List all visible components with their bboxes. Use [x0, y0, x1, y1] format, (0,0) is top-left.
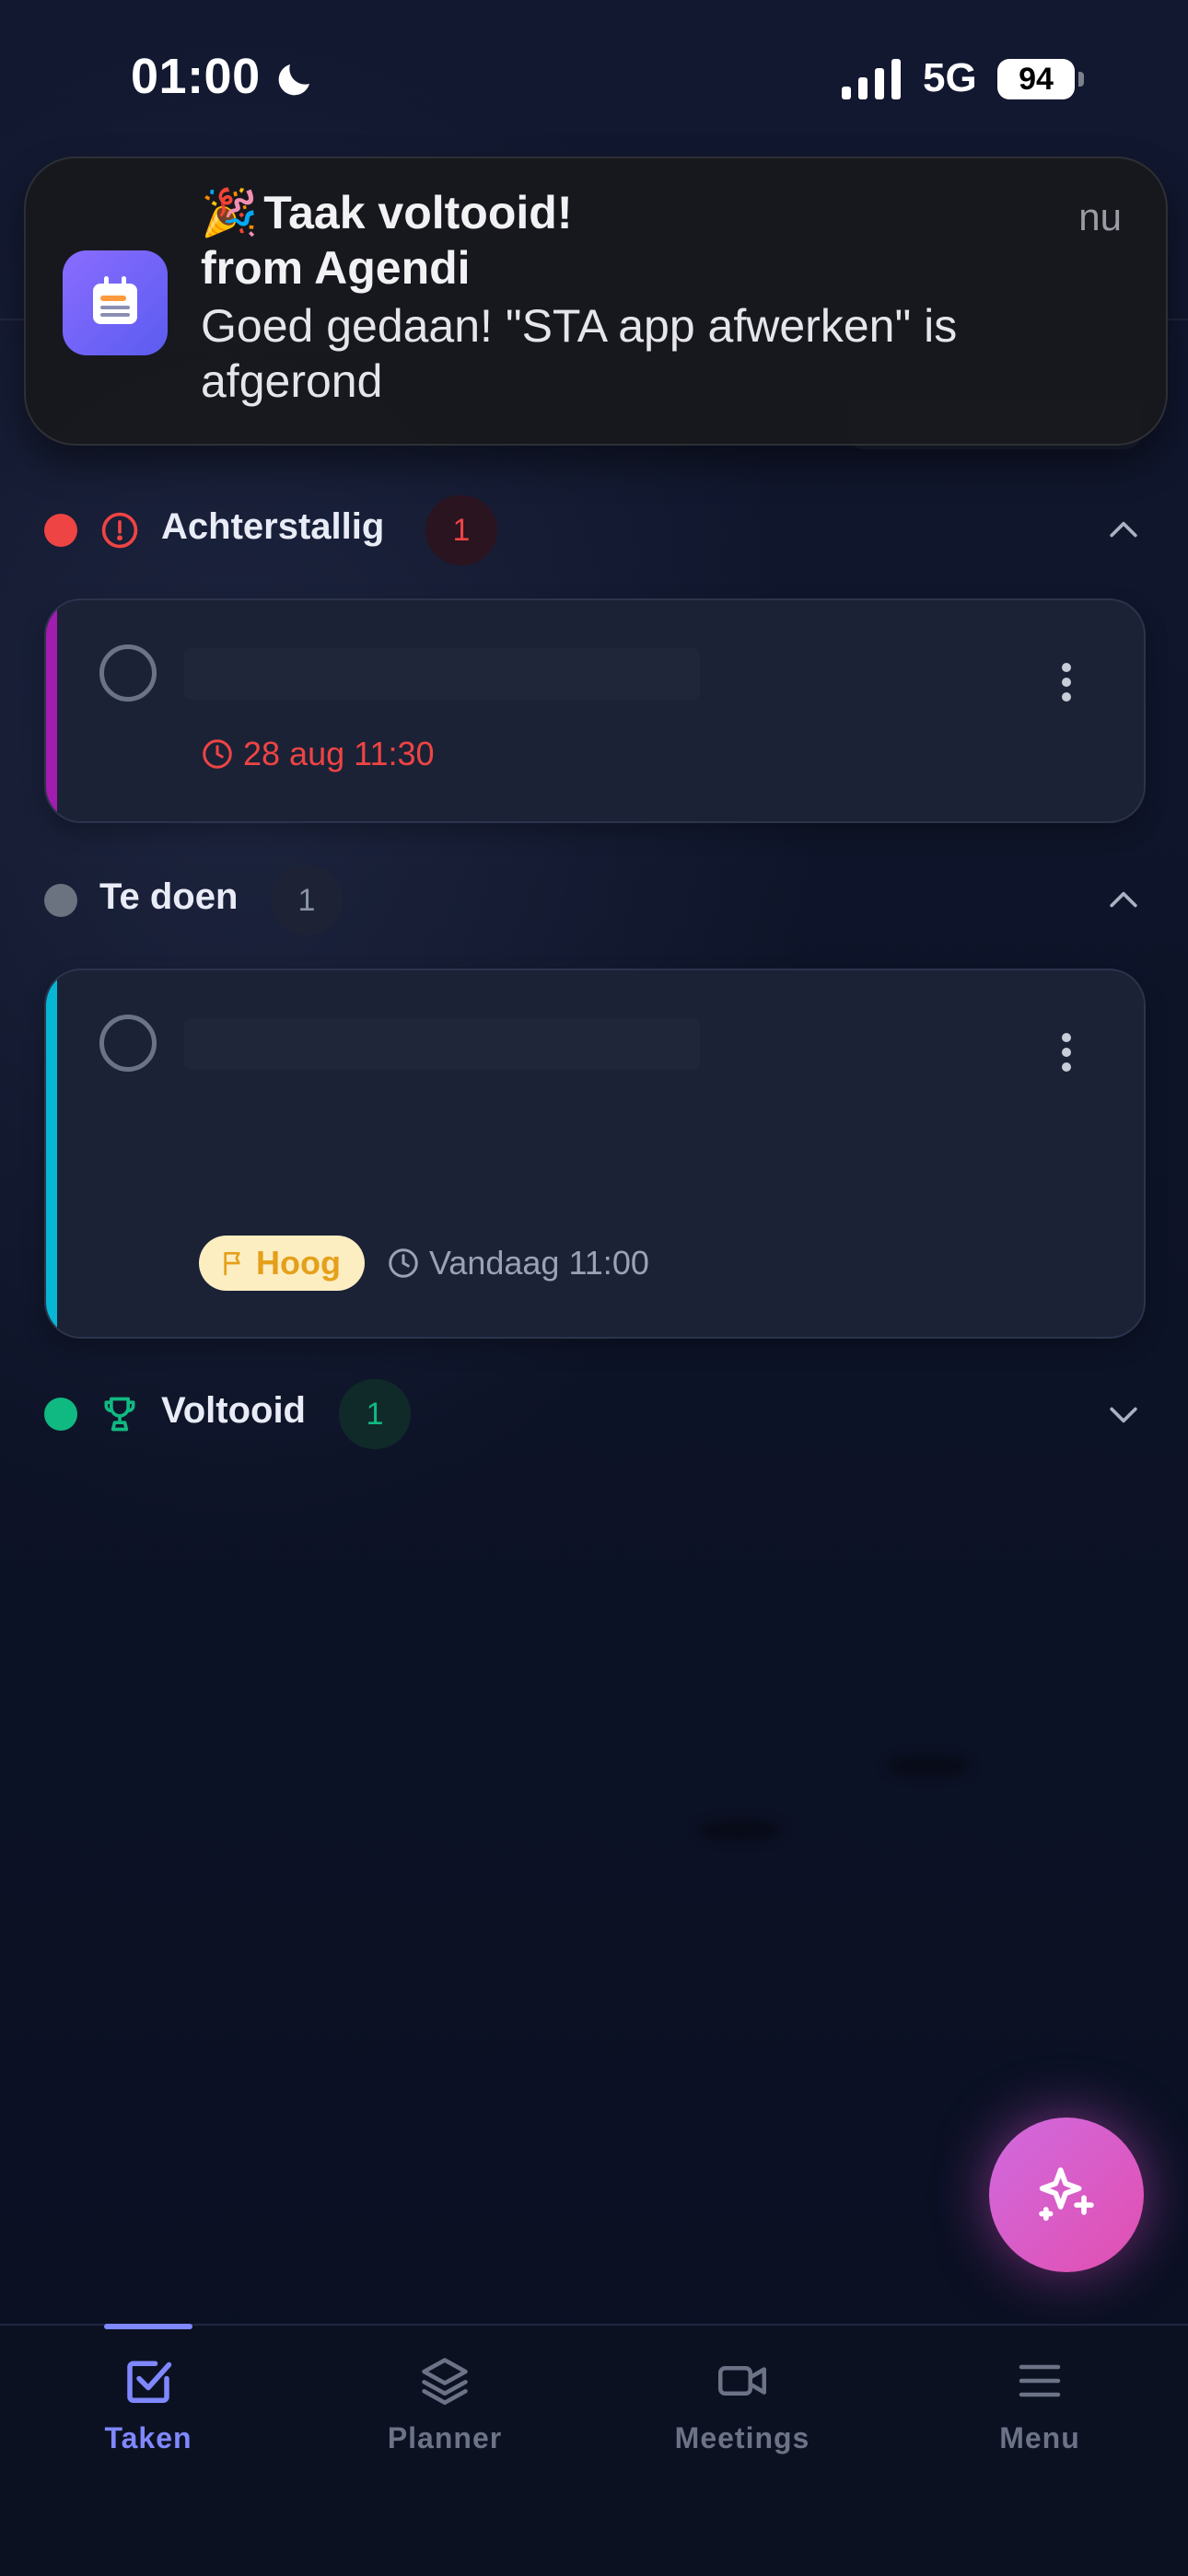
- layers-icon: [422, 2358, 468, 2405]
- section-count-overdue: 1: [425, 495, 497, 565]
- task-due-time: Vandaag 11:00: [387, 1244, 649, 1282]
- task-complete-checkbox[interactable]: [99, 1015, 157, 1072]
- task-due-time-text: Vandaag 11:00: [428, 1244, 649, 1282]
- status-time: 01:00: [131, 49, 261, 104]
- task-meta: 28 aug 11:30: [201, 735, 435, 773]
- nav-item-menu[interactable]: Menu: [891, 2326, 1188, 2510]
- chevron-down-icon[interactable]: [1103, 1394, 1144, 1434]
- task-due-time: 28 aug 11:30: [201, 735, 435, 773]
- section-label-todo: Te doen: [99, 876, 239, 917]
- task-card-overdue[interactable]: 28 aug 11:30: [44, 598, 1146, 823]
- network-type: 5G: [923, 55, 977, 100]
- task-title: [184, 1018, 700, 1070]
- screen-smudge: [698, 1819, 783, 1841]
- nav-label-menu: Menu: [999, 2421, 1080, 2454]
- checkbox-icon: [127, 2361, 172, 2403]
- section-header-done[interactable]: Voltooid 1: [44, 1379, 1144, 1449]
- section-header-todo[interactable]: Te doen 1: [44, 865, 1144, 935]
- notification-subtitle: from Agendi: [201, 242, 471, 294]
- nav-item-planner[interactable]: Planner: [297, 2326, 593, 2510]
- task-title: [184, 648, 700, 700]
- nav-item-taken[interactable]: Taken: [0, 2324, 297, 2510]
- task-accent-bar: [46, 970, 57, 1337]
- more-options-icon[interactable]: [1061, 1033, 1072, 1073]
- chevron-up-icon[interactable]: [1103, 510, 1144, 551]
- agendi-app-icon: [63, 250, 168, 355]
- alert-circle-icon: [101, 512, 138, 549]
- ai-assistant-button[interactable]: [989, 2118, 1144, 2272]
- battery-icon: 94: [997, 59, 1075, 99]
- calendar-icon: [93, 284, 137, 324]
- chevron-up-icon[interactable]: [1103, 880, 1144, 921]
- nav-label-meetings: Meetings: [674, 2421, 810, 2454]
- priority-badge: Hoog: [199, 1236, 365, 1291]
- battery-tip: [1078, 72, 1084, 87]
- menu-icon: [1019, 2364, 1061, 2397]
- task-meta: Hoog Vandaag 11:00: [199, 1236, 649, 1291]
- calendar-ring: [122, 276, 126, 289]
- clock-icon: [389, 1248, 418, 1278]
- task-accent-bar: [46, 600, 57, 821]
- task-card-todo[interactable]: Hoog Vandaag 11:00: [44, 969, 1146, 1339]
- video-icon: [718, 2366, 766, 2396]
- nav-item-meetings[interactable]: Meetings: [594, 2326, 891, 2510]
- status-dot-todo: [44, 884, 77, 917]
- party-popper-icon: 🎉: [201, 187, 259, 238]
- bottom-navigation: Taken Planner Meetings Menu: [0, 2324, 1188, 2576]
- section-label-done: Voltooid: [161, 1390, 306, 1431]
- task-complete-checkbox[interactable]: [99, 644, 157, 702]
- notification-title-text: Taak voltooid!: [263, 187, 573, 238]
- nav-label-taken: Taken: [104, 2421, 192, 2454]
- section-label-overdue: Achterstallig: [161, 506, 385, 547]
- section-count-todo: 1: [271, 865, 343, 935]
- cellular-signal-icon: [842, 59, 901, 99]
- screen-smudge: [886, 1755, 971, 1777]
- status-dot-overdue: [44, 514, 77, 547]
- active-tab-indicator: [104, 2324, 192, 2329]
- nav-label-planner: Planner: [387, 2421, 503, 2454]
- section-header-overdue[interactable]: Achterstallig 1: [44, 495, 1144, 565]
- notification-title: 🎉 Taak voltooid!: [201, 186, 572, 240]
- clock-icon: [203, 739, 232, 769]
- more-options-icon[interactable]: [1061, 663, 1072, 703]
- status-bar: 01:00 5G 94: [0, 0, 1188, 157]
- trophy-icon: [104, 1397, 135, 1432]
- notification-body: Goed gedaan! "STA app afwerken" is afger…: [201, 300, 958, 407]
- calendar-ring: [104, 276, 109, 289]
- status-dot-done: [44, 1398, 77, 1431]
- sparkle-icon: [1039, 2167, 1094, 2222]
- priority-label: Hoog: [256, 1244, 341, 1282]
- section-count-done: 1: [339, 1379, 411, 1449]
- notification-time: nu: [1078, 195, 1122, 238]
- moon-icon: [278, 64, 309, 96]
- task-due-time-text: 28 aug 11:30: [243, 735, 435, 772]
- flag-icon: [224, 1252, 240, 1276]
- notification-banner[interactable]: 🎉 Taak voltooid! from Agendi Goed gedaan!…: [24, 157, 1168, 446]
